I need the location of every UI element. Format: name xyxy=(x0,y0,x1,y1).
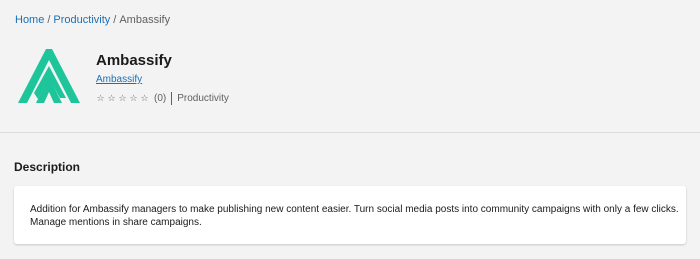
breadcrumb: Home / Productivity / Ambassify xyxy=(15,13,170,27)
extension-detail-page: Home / Productivity / Ambassify Ambassify Am… xyxy=(0,0,700,259)
extension-meta: ☆ ☆ ☆ ☆ ☆ (0) Productivity xyxy=(95,92,229,105)
star-icon: ☆ xyxy=(107,93,116,104)
description-heading: Description xyxy=(14,160,81,174)
rating-stars[interactable]: ☆ ☆ ☆ ☆ ☆ xyxy=(95,93,150,105)
breadcrumb-separator: / xyxy=(113,14,117,26)
breadcrumb-home-link[interactable]: Home xyxy=(15,14,44,26)
star-icon: ☆ xyxy=(96,93,105,104)
breadcrumb-productivity-link[interactable]: Productivity xyxy=(53,14,110,26)
publisher-link[interactable]: Ambassify xyxy=(96,74,142,86)
description-card: Addition for Ambassify managers to make … xyxy=(14,186,686,244)
extension-title: Ambassify xyxy=(96,52,172,69)
star-icon: ☆ xyxy=(118,93,127,104)
description-text: Addition for Ambassify managers to make … xyxy=(30,204,679,228)
meta-divider xyxy=(171,92,173,105)
section-divider xyxy=(0,132,700,133)
star-icon: ☆ xyxy=(129,93,138,104)
ambassify-logo-icon xyxy=(14,46,84,106)
breadcrumb-current: Ambassify xyxy=(119,14,171,26)
category-label: Productivity xyxy=(177,92,229,104)
rating-count: (0) xyxy=(154,92,167,104)
star-icon: ☆ xyxy=(140,93,149,104)
breadcrumb-separator: / xyxy=(47,14,51,26)
